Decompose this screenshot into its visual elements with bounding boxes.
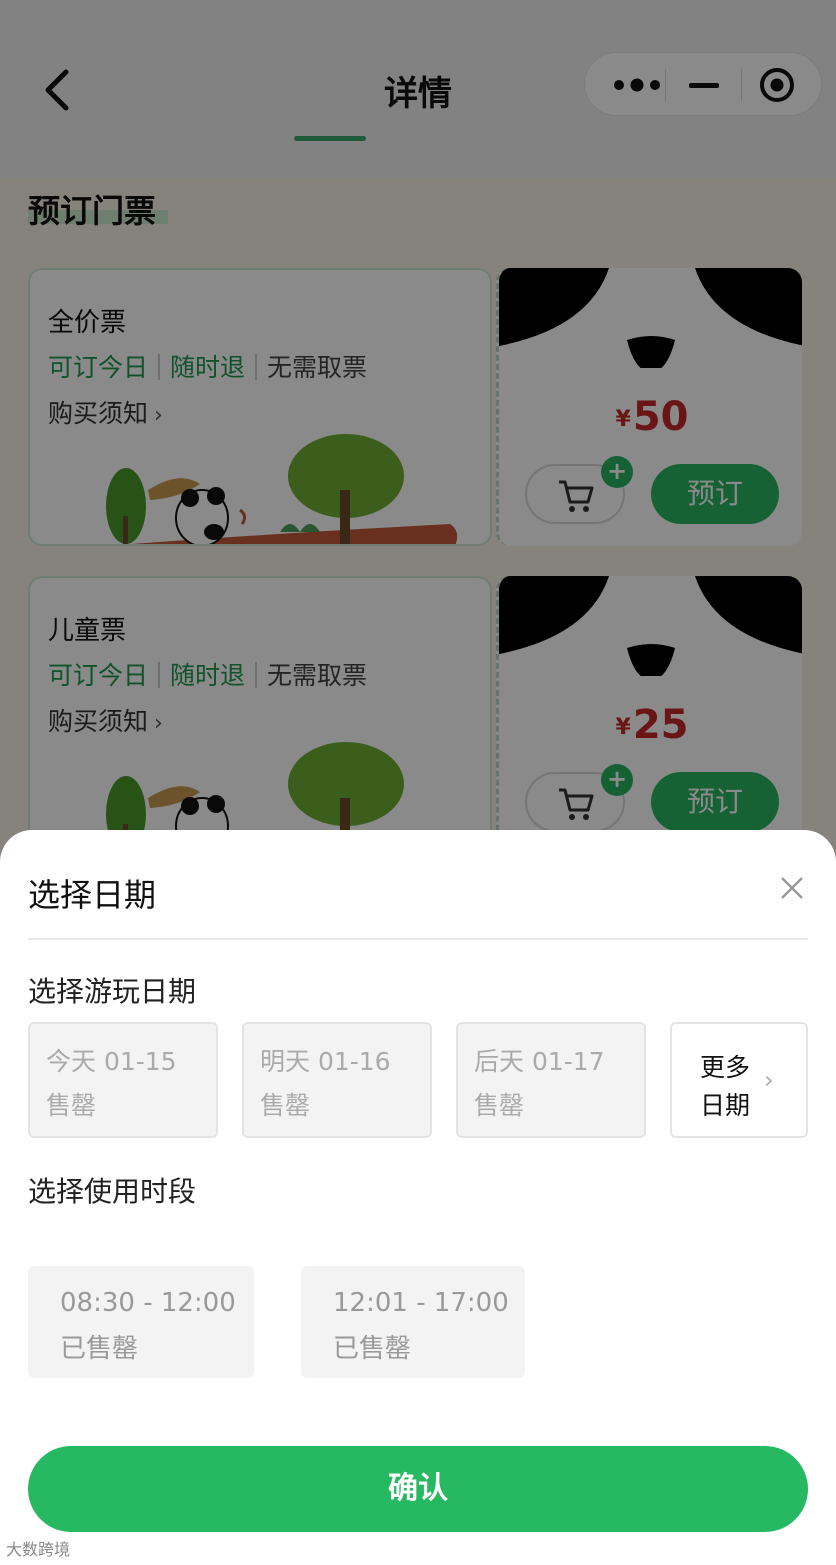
slot-time: 08:30 - 12:00 [60, 1288, 236, 1318]
date-status: 售罄 [46, 1091, 97, 1120]
date-picker-sheet: 选择日期 选择游玩日期 今天 01-15 售罄 明天 01-16 售罄 后天 0… [0, 830, 836, 1565]
slot-status: 已售罄 [60, 1334, 139, 1364]
slot-status: 已售罄 [333, 1334, 412, 1364]
more-dates-button[interactable]: 更多 日期 › [670, 1022, 808, 1138]
date-option-tomorrow[interactable]: 明天 01-16 售罄 [242, 1022, 432, 1138]
date-option-today[interactable]: 今天 01-15 售罄 [28, 1022, 218, 1138]
chevron-right-icon: › [764, 1066, 774, 1094]
date-option-day-after[interactable]: 后天 01-17 售罄 [456, 1022, 646, 1138]
screen: 详情 预订门票 全价票 可订今日 随时退 无需取票 购买须知 › ¥50 + 预… [0, 0, 836, 1565]
date-status: 售罄 [474, 1091, 525, 1120]
watermark: 大数跨境 [6, 1540, 71, 1559]
play-date-label: 选择游玩日期 [28, 975, 197, 1008]
date-text: 后天 01-17 [474, 1047, 605, 1076]
time-slot-morning[interactable]: 08:30 - 12:00 已售罄 [28, 1266, 254, 1378]
date-text: 明天 01-16 [260, 1047, 391, 1076]
time-slot-afternoon[interactable]: 12:01 - 17:00 已售罄 [301, 1266, 525, 1378]
slot-time: 12:01 - 17:00 [333, 1288, 509, 1318]
time-slot-label: 选择使用时段 [28, 1175, 197, 1208]
more-dates-line2: 日期 [700, 1091, 751, 1120]
divider [28, 938, 808, 940]
date-text: 今天 01-15 [46, 1047, 177, 1076]
date-status: 售罄 [260, 1091, 311, 1120]
confirm-button[interactable]: 确认 [28, 1446, 808, 1532]
more-dates-line1: 更多 [700, 1053, 751, 1082]
sheet-title: 选择日期 [28, 876, 157, 914]
close-icon[interactable] [778, 874, 806, 902]
